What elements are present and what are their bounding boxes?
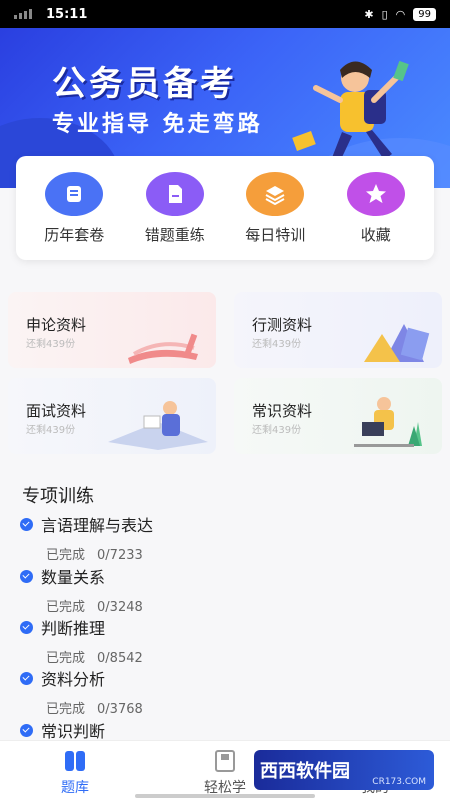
wifi-icon: ◠	[395, 7, 406, 21]
scroll-icon	[45, 171, 104, 216]
status-bar: 15:11 ✱ ▯ ◠ 99	[0, 0, 450, 28]
banner-subtitle: 专业指导 免走弯路	[52, 112, 263, 137]
check-circle-icon	[20, 671, 33, 685]
quick-item-wrong-questions[interactable]: 错题重练	[130, 171, 220, 245]
watermark-url: CR173.COM	[372, 777, 426, 787]
status-time: 15:11	[46, 6, 88, 22]
quick-item-label: 收藏	[360, 225, 391, 244]
layers-icon	[246, 171, 305, 216]
training-item-progress: 0/7233	[97, 548, 143, 563]
watermark-logo: 西西软件园 CR173.COM	[254, 750, 434, 790]
training-item-verbal[interactable]: 言语理解与表达 已完成 0/7233	[20, 512, 420, 563]
papers-illustration	[364, 324, 430, 362]
reading-person-illustration	[108, 401, 208, 450]
material-card-xingce[interactable]: 行测资料 还剩439份	[234, 292, 442, 368]
training-item-status: 已完成	[46, 600, 86, 615]
material-card-title: 常识资料	[252, 402, 313, 420]
nav-tab-label: 题库	[61, 779, 89, 796]
check-circle-icon	[20, 569, 33, 583]
question-bank-icon	[65, 750, 85, 771]
battery-icon: 99	[413, 7, 436, 21]
banner-title: 公务员备考	[52, 64, 237, 104]
book-icon	[215, 749, 235, 772]
material-card-shenlun[interactable]: 申论资料 还剩439份	[8, 292, 216, 368]
nav-tab-question-bank[interactable]: 题库	[0, 741, 150, 800]
training-item-progress: 0/3248	[97, 600, 143, 615]
training-item-name: 数量关系	[41, 568, 106, 587]
training-item-reasoning[interactable]: 判断推理 已完成 0/8542	[20, 615, 420, 666]
material-card-subtitle: 还剩439份	[26, 339, 76, 350]
material-card-common-sense[interactable]: 常识资料 还剩439份	[234, 378, 442, 454]
watermark-text: 西西软件园	[260, 761, 350, 782]
training-item-name: 判断推理	[41, 619, 106, 638]
quick-item-daily-training[interactable]: 每日特训	[230, 171, 320, 245]
signal-icon	[14, 9, 32, 19]
vibrate-icon: ▯	[381, 7, 388, 21]
training-item-quantity[interactable]: 数量关系 已完成 0/3248	[20, 564, 420, 615]
training-item-status: 已完成	[46, 702, 86, 717]
document-icon	[145, 171, 204, 216]
training-item-name: 常识判断	[41, 722, 106, 741]
home-indicator	[135, 794, 315, 798]
material-card-subtitle: 还剩439份	[252, 425, 302, 436]
bluetooth-icon: ✱	[364, 7, 374, 21]
training-item-name: 资料分析	[41, 670, 106, 689]
training-item-status: 已完成	[46, 548, 86, 563]
section-title-training: 专项训练	[22, 486, 94, 507]
material-card-title: 申论资料	[26, 316, 87, 334]
check-circle-icon	[20, 620, 33, 634]
quick-item-favorites[interactable]: 收藏	[331, 171, 421, 245]
material-card-subtitle: 还剩439份	[26, 425, 76, 436]
training-item-status: 已完成	[46, 651, 86, 666]
laptop-person-illustration	[354, 397, 422, 447]
training-item-common-sense[interactable]: 常识判断	[20, 718, 420, 742]
material-card-subtitle: 还剩439份	[252, 339, 302, 350]
book-illustration	[128, 333, 198, 364]
material-card-title: 行测资料	[252, 316, 313, 334]
quick-item-past-papers[interactable]: 历年套卷	[29, 171, 119, 245]
quick-item-label: 历年套卷	[44, 225, 105, 244]
training-item-progress: 0/3768	[97, 702, 143, 717]
training-item-name: 言语理解与表达	[41, 516, 154, 535]
material-card-interview[interactable]: 面试资料 还剩439份	[8, 378, 216, 454]
check-circle-icon	[20, 517, 33, 531]
training-item-data-analysis[interactable]: 资料分析 已完成 0/3768	[20, 666, 420, 717]
training-item-progress: 0/8542	[97, 651, 143, 666]
star-icon	[346, 171, 405, 216]
quick-menu: 历年套卷 错题重练 每日特训 收藏	[16, 156, 434, 260]
check-circle-icon	[20, 723, 33, 737]
quick-item-label: 每日特训	[245, 225, 306, 244]
material-card-title: 面试资料	[26, 402, 87, 420]
quick-item-label: 错题重练	[144, 225, 205, 244]
